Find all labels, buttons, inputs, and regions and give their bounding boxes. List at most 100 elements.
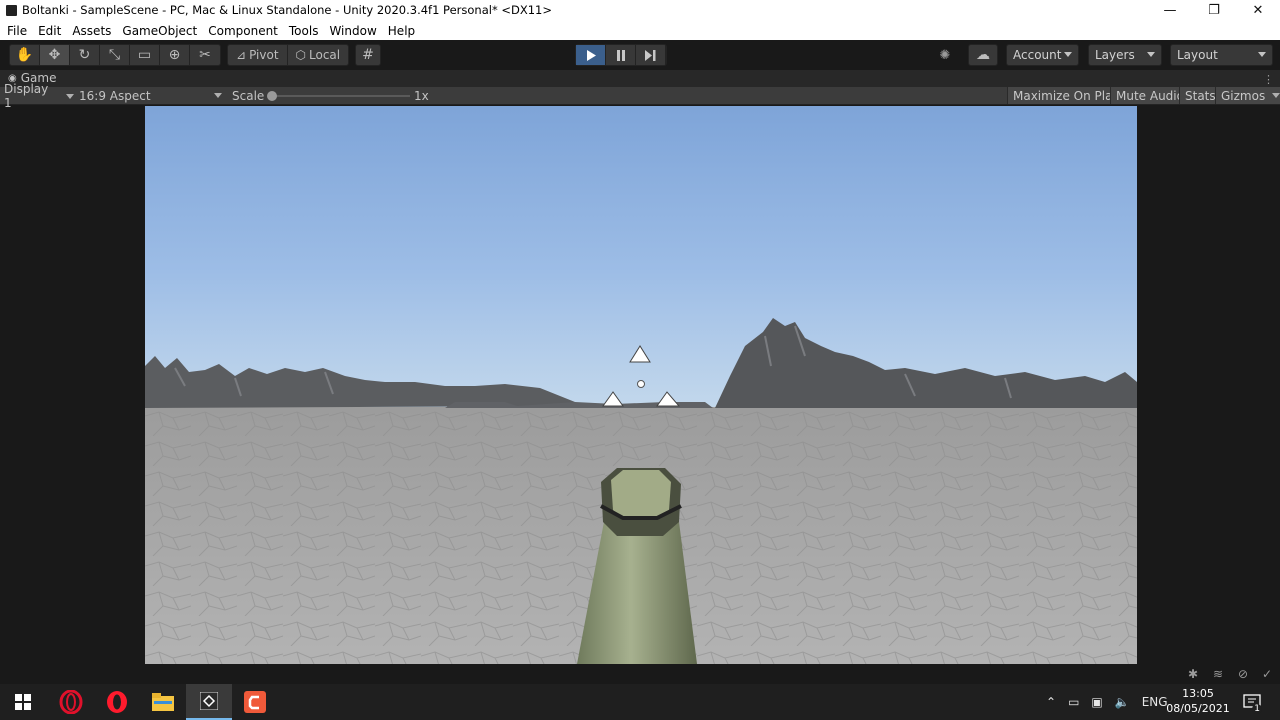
check-circle-icon[interactable]: ✓ <box>1259 666 1275 682</box>
layout-dropdown[interactable]: Layout <box>1170 44 1273 66</box>
unity-app-icon <box>6 5 17 16</box>
gizmos-label: Gizmos <box>1221 88 1266 103</box>
opera-logo-icon <box>107 691 127 713</box>
account-dropdown[interactable]: Account <box>1006 44 1079 66</box>
mute-audio-toggle[interactable]: Mute Audio <box>1110 87 1189 104</box>
crosshair-icon <box>637 380 645 388</box>
windows-taskbar: ⌃ ▭ ▣ 🔈 ENG 13:05 08/05/2021 1 <box>0 684 1280 720</box>
chevron-down-icon <box>1147 52 1155 57</box>
rotate-tool-icon[interactable]: ↻ <box>70 45 100 65</box>
folder-icon <box>152 693 174 711</box>
volume-muted-icon[interactable]: 🔈 <box>1115 695 1130 709</box>
cube-icon: ⬡ <box>295 48 307 62</box>
windows-logo-icon <box>15 694 31 710</box>
collab-icon[interactable]: ✺ <box>935 48 955 64</box>
pivot-label: Pivot <box>249 48 279 62</box>
menu-help[interactable]: Help <box>384 24 419 38</box>
tab-menu-icon[interactable]: ⋮ <box>1263 73 1274 86</box>
network-icon[interactable]: ▣ <box>1091 695 1102 709</box>
local-toggle[interactable]: ⬡ Local <box>288 45 349 65</box>
maximize-on-play-toggle[interactable]: Maximize On Play <box>1007 87 1125 104</box>
system-tray: ⌃ ▭ ▣ 🔈 ENG <box>1046 684 1168 720</box>
file-explorer-icon[interactable] <box>140 684 186 720</box>
pivot-local-group: ⊿ Pivot ⬡ Local <box>227 44 350 66</box>
notification-count: 1 <box>1252 704 1262 714</box>
menu-edit[interactable]: Edit <box>34 24 65 38</box>
display-label: Display 1 <box>4 82 49 110</box>
scale-slider-handle[interactable] <box>267 91 277 101</box>
chevron-down-icon <box>1272 93 1280 98</box>
tray-expand-icon[interactable]: ⌃ <box>1046 695 1056 709</box>
aspect-dropdown[interactable]: 16:9 Aspect <box>79 88 224 104</box>
grid-snap-group: # <box>355 44 381 66</box>
action-center-icon[interactable]: 1 <box>1236 684 1268 720</box>
opera-browser-icon[interactable] <box>94 684 140 720</box>
unity-taskbar-icon[interactable] <box>186 684 232 720</box>
rect-tool-icon[interactable]: ▭ <box>130 45 160 65</box>
play-icon <box>586 49 596 61</box>
tank-barrel-muzzle-face <box>611 470 671 520</box>
scale-label: Scale <box>232 89 265 103</box>
menu-bar: File Edit Assets GameObject Component To… <box>0 21 1280 40</box>
auto-generate-icon[interactable]: ⊘ <box>1235 666 1251 682</box>
move-tool-icon[interactable]: ✥ <box>40 45 70 65</box>
bug-icon[interactable]: ✱ <box>1185 666 1201 682</box>
battery-icon[interactable]: ▭ <box>1068 695 1079 709</box>
scale-value: 1x <box>414 89 429 103</box>
restore-button[interactable]: ❐ <box>1191 0 1237 21</box>
menu-gameobject[interactable]: GameObject <box>118 24 201 38</box>
chevron-down-icon <box>66 93 74 99</box>
windows-start-icon[interactable] <box>0 684 46 720</box>
sky <box>145 106 1137 408</box>
close-button[interactable]: ✕ <box>1235 0 1280 21</box>
code-editor-icon[interactable] <box>232 684 278 720</box>
unity-logo-icon <box>200 692 218 710</box>
minimize-button[interactable]: — <box>1147 0 1193 21</box>
opera-gx-logo-icon <box>59 690 83 714</box>
chevron-down-icon <box>1064 52 1072 57</box>
step-button[interactable] <box>636 45 666 65</box>
pivot-toggle[interactable]: ⊿ Pivot <box>228 45 288 65</box>
step-icon <box>645 49 656 61</box>
layout-label: Layout <box>1177 48 1218 62</box>
menu-component[interactable]: Component <box>204 24 282 38</box>
opera-gx-icon[interactable] <box>48 684 94 720</box>
window-title-bar: Boltanki - SampleScene - PC, Mac & Linux… <box>0 0 1280 21</box>
display-dropdown[interactable]: Display 1 <box>4 82 74 110</box>
local-label: Local <box>309 48 341 62</box>
game-viewport[interactable] <box>145 106 1137 664</box>
layers-dropdown[interactable]: Layers <box>1088 44 1162 66</box>
menu-window[interactable]: Window <box>325 24 380 38</box>
clock-date: 08/05/2021 <box>1166 702 1230 715</box>
scale-slider-track[interactable] <box>270 95 410 97</box>
chevron-down-icon <box>214 93 222 98</box>
pause-button[interactable] <box>606 45 636 65</box>
menu-file[interactable]: File <box>3 24 31 38</box>
menu-tools[interactable]: Tools <box>285 24 323 38</box>
taskbar-clock[interactable]: 13:05 08/05/2021 <box>1163 686 1233 718</box>
window-title: Boltanki - SampleScene - PC, Mac & Linux… <box>22 3 552 17</box>
gizmos-dropdown[interactable]: Gizmos <box>1215 87 1280 104</box>
game-view-toolbar: Display 1 16:9 Aspect Scale 1x Maximize … <box>0 82 1280 110</box>
scale-tool-icon[interactable]: ⤡ <box>100 45 130 65</box>
account-label: Account <box>1013 48 1062 62</box>
layers-stack-icon[interactable]: ≋ <box>1210 666 1226 682</box>
editor-status-bar: ✱ ≋ ⊘ ✓ <box>0 664 1280 684</box>
cloud-icon[interactable]: ☁ <box>969 45 997 65</box>
play-button[interactable] <box>576 45 606 65</box>
menu-assets[interactable]: Assets <box>68 24 115 38</box>
hand-tool-icon[interactable]: ✋ <box>10 45 40 65</box>
aspect-label: 16:9 Aspect <box>79 89 151 103</box>
transform-tool-icon[interactable]: ⊕ <box>160 45 190 65</box>
cloud-group: ☁ <box>968 44 998 66</box>
play-controls <box>575 44 667 66</box>
grid-snap-icon[interactable]: # <box>356 45 380 65</box>
pause-icon <box>616 49 625 61</box>
custom-tool-icon[interactable]: ✂ <box>190 45 220 65</box>
pivot-icon: ⊿ <box>236 48 247 62</box>
app-logo-icon <box>244 691 266 713</box>
clock-time: 13:05 <box>1182 687 1214 700</box>
transform-tools: ✋ ✥ ↻ ⤡ ▭ ⊕ ✂ <box>9 44 221 66</box>
chevron-down-icon <box>1258 52 1266 57</box>
layers-label: Layers <box>1095 48 1135 62</box>
